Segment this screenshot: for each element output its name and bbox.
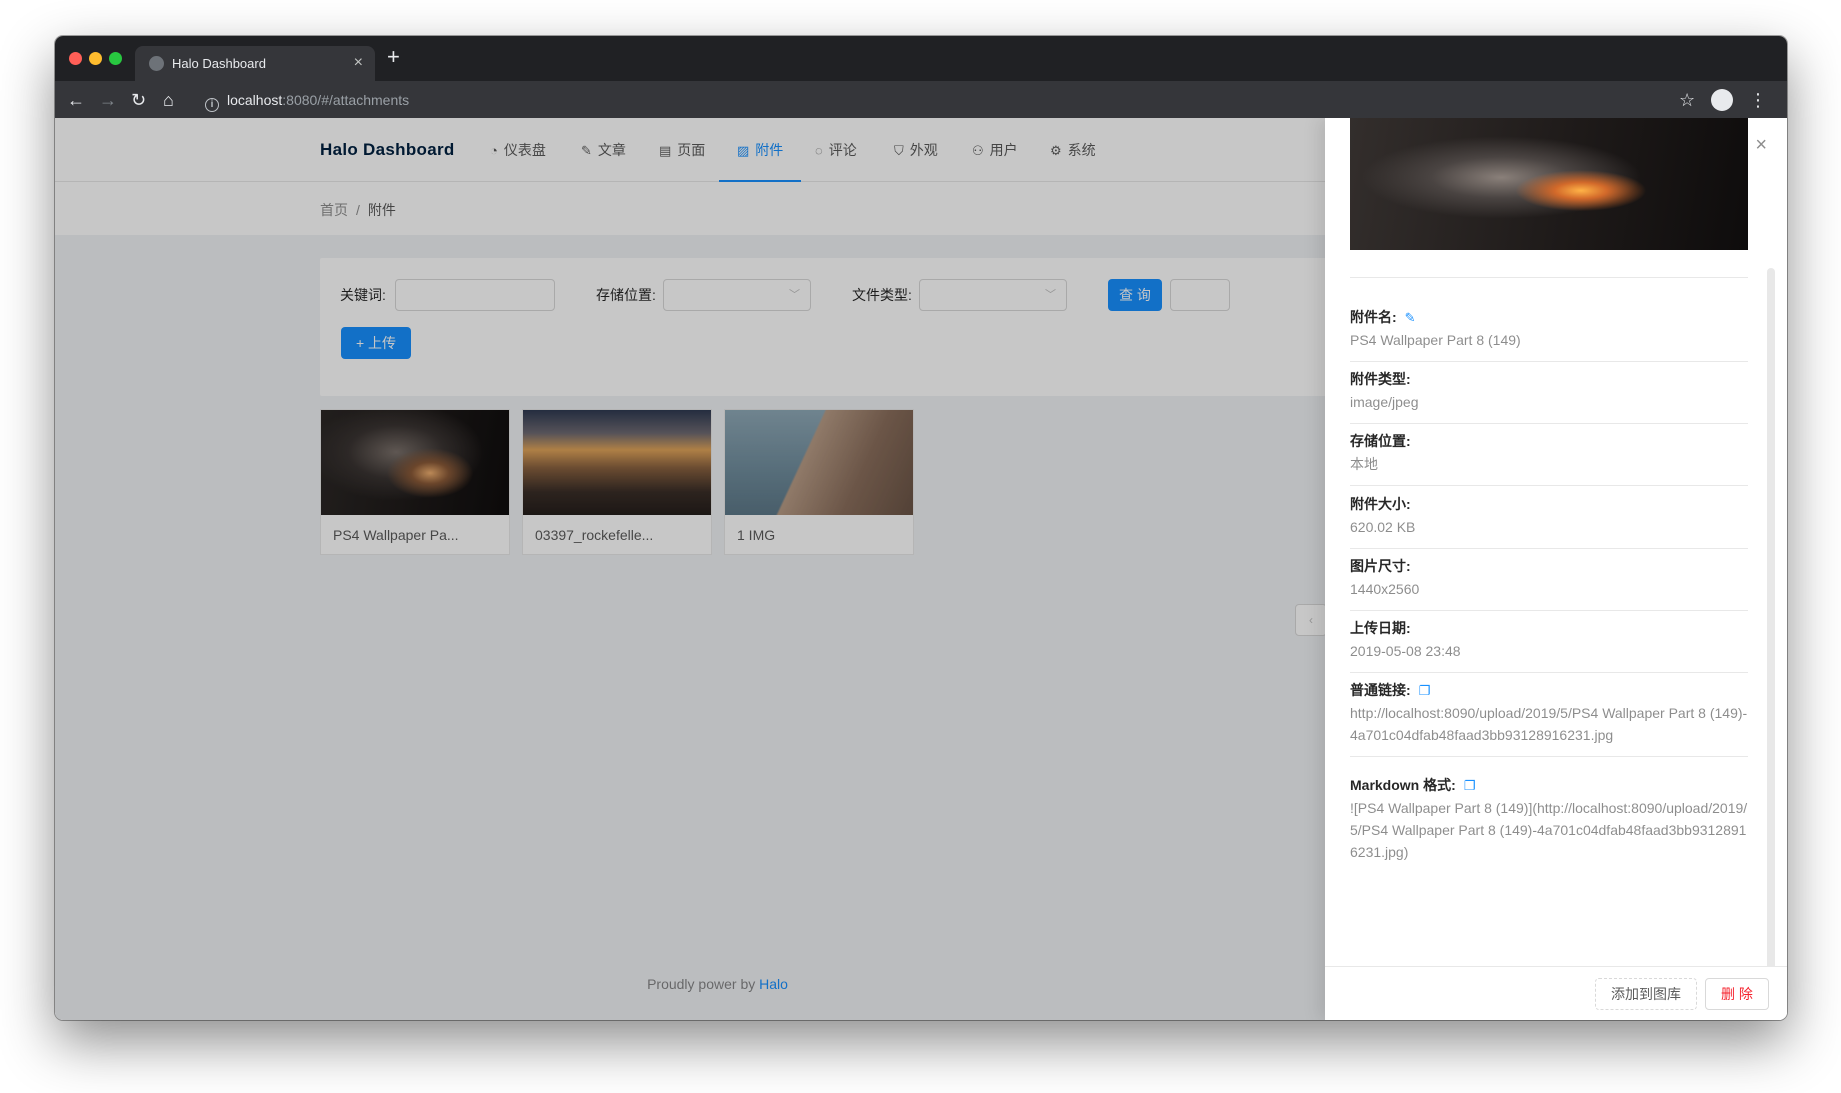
drawer-scrollbar[interactable] bbox=[1767, 268, 1775, 978]
field-value-dimensions: 1440x2560 bbox=[1350, 581, 1420, 597]
divider bbox=[1350, 548, 1748, 549]
divider bbox=[1350, 277, 1748, 278]
maximize-window-button[interactable] bbox=[109, 52, 122, 65]
field-value-markdown: ![PS4 Wallpaper Part 8 (149)](http://loc… bbox=[1350, 800, 1748, 860]
divider bbox=[1350, 361, 1748, 362]
divider bbox=[1350, 672, 1748, 673]
copy-icon[interactable]: ❐ bbox=[1464, 778, 1476, 793]
attachment-detail-drawer: × 附件名: ✎ PS4 Wallpaper Part 8 (149) 附件类型:… bbox=[1325, 118, 1787, 1020]
browser-tab[interactable]: Halo Dashboard × bbox=[135, 46, 375, 81]
field-label-dimensions: 图片尺寸: bbox=[1350, 558, 1411, 574]
url-path: :8080/#/attachments bbox=[282, 92, 410, 108]
drawer-mask[interactable] bbox=[55, 118, 1325, 1020]
divider bbox=[1350, 423, 1748, 424]
field-label-name-text: 附件名: bbox=[1350, 309, 1397, 325]
field-label-date: 上传日期: bbox=[1350, 620, 1411, 636]
divider bbox=[1350, 756, 1748, 757]
attachment-preview bbox=[1350, 118, 1748, 250]
new-tab-button[interactable]: + bbox=[387, 44, 400, 70]
divider bbox=[1350, 610, 1748, 611]
field-label-markdown-text: Markdown 格式: bbox=[1350, 777, 1456, 793]
address-bar[interactable]: i localhost:8080/#/attachments bbox=[205, 88, 409, 112]
drawer-footer: 添加到图库 删 除 bbox=[1325, 966, 1787, 1020]
add-to-gallery-button[interactable]: 添加到图库 bbox=[1595, 978, 1697, 1010]
close-window-button[interactable] bbox=[69, 52, 82, 65]
preview-image bbox=[1350, 118, 1748, 250]
close-icon[interactable]: × bbox=[1755, 134, 1767, 157]
field-value-type: image/jpeg bbox=[1350, 394, 1419, 410]
field-label-name: 附件名: ✎ bbox=[1350, 307, 1416, 327]
menu-kebab-icon[interactable]: ⋮ bbox=[1749, 88, 1767, 112]
divider bbox=[1350, 485, 1748, 486]
field-value-link: http://localhost:8090/upload/2019/5/PS4 … bbox=[1350, 705, 1748, 743]
field-label-link: 普通链接: ❐ bbox=[1350, 680, 1430, 700]
delete-button[interactable]: 删 除 bbox=[1705, 978, 1769, 1010]
reload-icon[interactable]: ↻ bbox=[131, 88, 146, 112]
home-icon[interactable]: ⌂ bbox=[163, 88, 174, 112]
field-label-type: 附件类型: bbox=[1350, 371, 1411, 387]
field-label-markdown: Markdown 格式: ❐ bbox=[1350, 775, 1475, 795]
browser-toolbar: ← → ↻ ⌂ i localhost:8080/#/attachments ☆ … bbox=[55, 81, 1787, 119]
favicon-icon bbox=[149, 56, 164, 71]
copy-icon[interactable]: ❐ bbox=[1419, 683, 1431, 698]
url-host: localhost bbox=[227, 92, 283, 108]
minimize-window-button[interactable] bbox=[89, 52, 102, 65]
tab-bar: Halo Dashboard × + bbox=[55, 36, 1787, 81]
edit-icon[interactable]: ✎ bbox=[1405, 310, 1416, 325]
field-value-date: 2019-05-08 23:48 bbox=[1350, 643, 1461, 659]
profile-avatar-icon[interactable] bbox=[1711, 89, 1733, 111]
page-content: Halo Dashboard ◔ 仪表盘 ✎ 文章 ▤ 页面 ▨ 附件 ◌ 评论 ⛉ 外观 … bbox=[55, 118, 1787, 1020]
field-value-size: 620.02 KB bbox=[1350, 519, 1416, 535]
field-label-link-text: 普通链接: bbox=[1350, 682, 1411, 698]
tab-title: Halo Dashboard bbox=[172, 56, 266, 71]
field-label-storage: 存储位置: bbox=[1350, 433, 1411, 449]
field-label-size: 附件大小: bbox=[1350, 496, 1411, 512]
field-value-name: PS4 Wallpaper Part 8 (149) bbox=[1350, 332, 1521, 348]
bookmark-star-icon[interactable]: ☆ bbox=[1679, 88, 1695, 112]
field-value-storage: 本地 bbox=[1350, 456, 1378, 472]
tab-close-icon[interactable]: × bbox=[354, 54, 363, 72]
browser-window: Halo Dashboard × + ← → ↻ ⌂ i localhost:80… bbox=[55, 36, 1787, 1020]
site-info-icon[interactable]: i bbox=[205, 98, 219, 112]
back-icon[interactable]: ← bbox=[67, 88, 85, 112]
forward-icon[interactable]: → bbox=[99, 88, 117, 112]
